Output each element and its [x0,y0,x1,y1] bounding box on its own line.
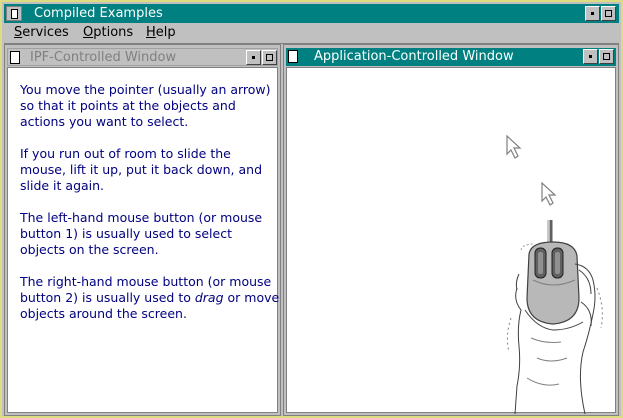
menu-help-rest: elp [155,25,176,40]
app-window[interactable]: Application-Controlled Window [283,44,619,416]
ipf-window[interactable]: IPF-Controlled Window You move the point… [4,44,281,416]
app-window-icon[interactable] [288,50,298,63]
app-window-title: Application-Controlled Window [314,49,514,64]
help-paragraph-4: The right-hand mouse button (or mouse bu… [20,274,280,322]
menu-options-rest: ptions [93,25,134,40]
arrow-pointer-icon [506,134,522,159]
help-paragraph-4-emphasis: drag [194,290,224,305]
ipf-window-icon[interactable] [10,51,20,64]
minimize-icon[interactable] [585,6,600,21]
menu-options[interactable]: Options [83,25,133,41]
menu-help[interactable]: Help [146,25,176,41]
menu-services[interactable]: Services [14,25,69,41]
maximize-icon[interactable] [601,6,616,21]
ipf-maximize-icon[interactable] [262,50,277,65]
menu-bar: Services Options Help [4,23,619,44]
ipf-client-area[interactable]: You move the pointer (usually an arrow) … [7,67,280,413]
app-maximize-icon[interactable] [599,49,614,64]
arrow-pointer-icon [541,181,557,206]
system-menu-icon[interactable] [6,6,22,21]
menu-services-rest: ervices [22,25,69,40]
ipf-title-bar[interactable]: IPF-Controlled Window [7,48,278,66]
help-paragraph-3: The left-hand mouse button (or mouse but… [20,210,263,257]
app-minimize-icon[interactable] [583,49,598,64]
menu-options-mnemonic: O [83,25,94,40]
app-client-area[interactable] [286,67,616,414]
app-title-bar[interactable]: Application-Controlled Window [286,48,616,66]
window-title: Compiled Examples [34,6,163,21]
ipf-minimize-icon[interactable] [246,50,261,65]
ipf-window-title: IPF-Controlled Window [30,50,177,65]
main-window: Compiled Examples Services Options Help … [0,0,623,418]
title-bar[interactable]: Compiled Examples [4,4,619,23]
hand-on-mouse-illustration [506,220,603,414]
menu-help-mnemonic: H [146,25,156,40]
help-paragraph-2: If you run out of room to slide the mous… [20,146,262,193]
help-paragraph-1: You move the pointer (usually an arrow) … [20,82,271,129]
